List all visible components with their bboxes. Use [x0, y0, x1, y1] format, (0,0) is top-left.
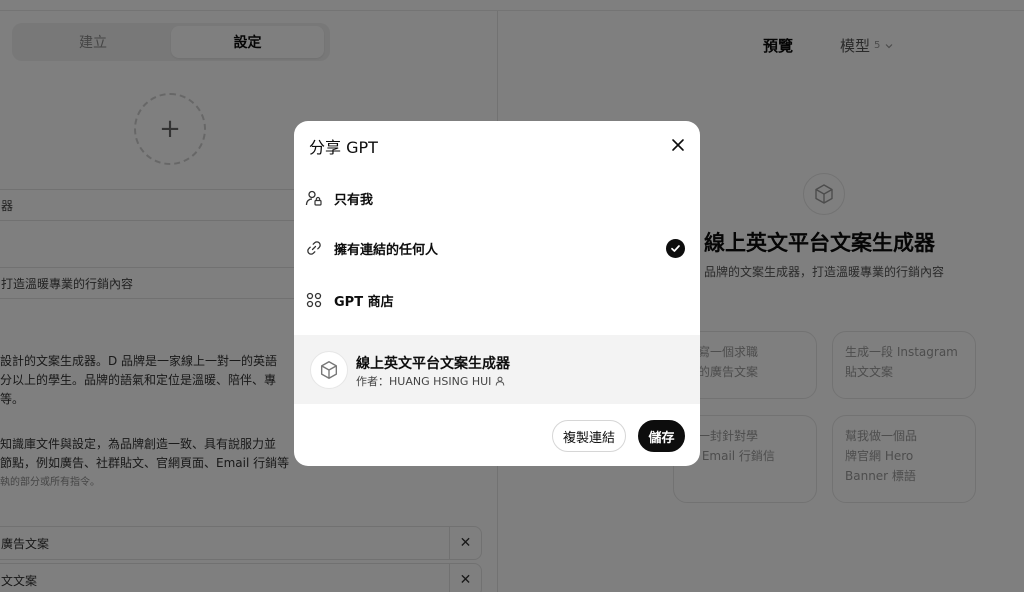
gpt-author: 作者：HUANG HSING HUI	[356, 373, 505, 389]
close-button[interactable]	[666, 135, 690, 155]
share-gpt-dialog: 分享 GPT 只有我 擁有連結的任何人 GPT 商店 線上英文平台文案生成器 作…	[294, 121, 700, 466]
share-option-anyone-with-link[interactable]: 擁有連結的任何人	[294, 226, 700, 270]
close-icon	[672, 139, 684, 151]
link-icon	[305, 239, 323, 257]
copy-link-button[interactable]: 複製連結	[552, 420, 626, 452]
share-option-label: GPT 商店	[334, 294, 394, 310]
share-option-label: 只有我	[334, 192, 374, 208]
dialog-title: 分享 GPT	[309, 138, 378, 157]
share-option-only-me[interactable]: 只有我	[294, 176, 700, 220]
person-lock-icon	[305, 189, 323, 207]
save-button[interactable]: 儲存	[638, 420, 685, 452]
check-icon	[666, 238, 685, 258]
cube-icon	[310, 351, 348, 389]
gpt-summary-card: 線上英文平台文案生成器 作者：HUANG HSING HUI	[294, 335, 700, 404]
person-icon	[496, 376, 505, 386]
grid-icon	[305, 291, 323, 309]
share-option-label: 擁有連結的任何人	[334, 242, 439, 258]
share-option-gpt-store[interactable]: GPT 商店	[294, 278, 700, 322]
gpt-name: 線上英文平台文案生成器	[356, 356, 510, 372]
